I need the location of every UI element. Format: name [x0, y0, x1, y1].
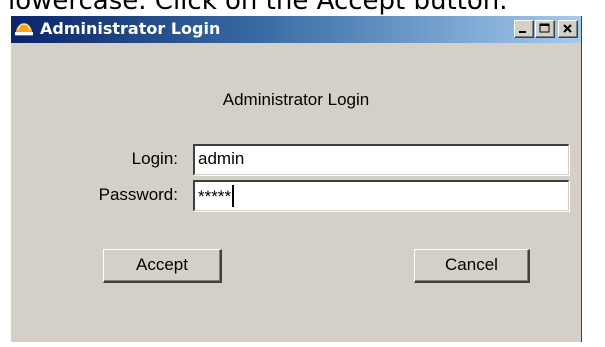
login-field[interactable]: admin	[193, 144, 569, 175]
minimize-icon	[519, 31, 526, 33]
password-field[interactable]: *****	[193, 180, 569, 211]
window-title: Administrator Login	[40, 19, 221, 38]
app-icon	[14, 20, 34, 38]
minimize-button[interactable]	[514, 20, 534, 38]
title-bar[interactable]: Administrator Login	[11, 16, 581, 43]
close-button[interactable]	[558, 20, 578, 38]
maximize-button[interactable]	[535, 20, 555, 38]
dialog-heading: Administrator Login	[222, 90, 370, 109]
instruction-text: lowercase. Click on the Accept button.	[8, 0, 508, 16]
login-label: Login:	[131, 149, 178, 168]
accept-button[interactable]: Accept	[103, 249, 222, 283]
maximize-icon	[539, 23, 550, 33]
login-dialog: Administrator Login Administrator Login …	[10, 16, 582, 342]
login-value: admin	[198, 149, 245, 168]
cancel-button[interactable]: Cancel	[414, 249, 530, 283]
close-icon	[563, 24, 572, 33]
password-value: *****	[198, 187, 232, 206]
screen: lowercase. Click on the Accept button. A…	[0, 0, 605, 347]
text-caret	[232, 185, 235, 207]
password-label: Password:	[98, 185, 178, 204]
